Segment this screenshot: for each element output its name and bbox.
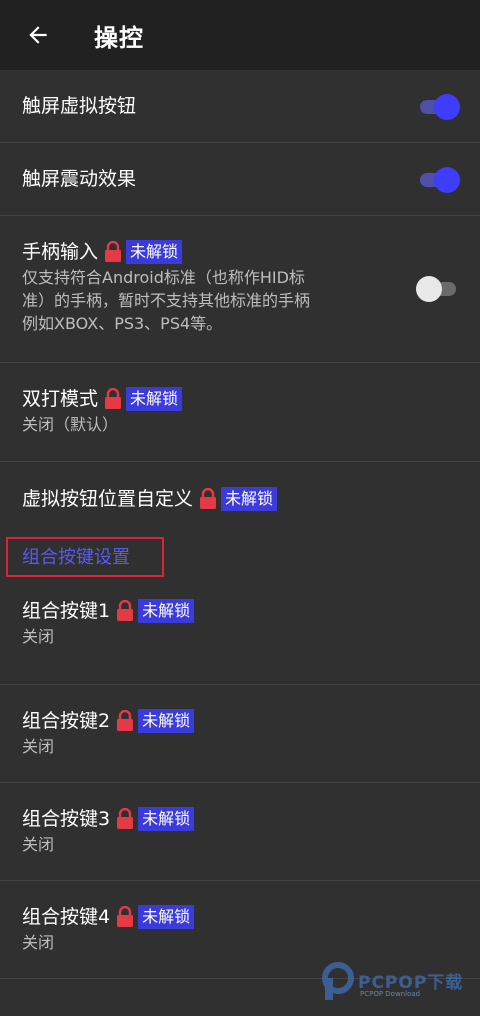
- setting-summary: 关闭: [22, 627, 55, 646]
- section-combo-keys: 组合按键设置: [0, 535, 480, 593]
- app-bar: 操控: [0, 0, 480, 70]
- locked-badge: 未解锁: [138, 709, 195, 733]
- setting-touch-vibration[interactable]: 触屏震动效果: [0, 143, 480, 216]
- locked-badge: 未解锁: [138, 599, 195, 623]
- setting-description-line: 例如XBOX、PS3、PS4等。: [22, 314, 223, 333]
- watermark-subtitle: PCPOP Download: [360, 990, 421, 998]
- setting-touch-virtual-buttons[interactable]: 触屏虚拟按钮: [0, 70, 480, 143]
- locked-badge: 未解锁: [138, 807, 195, 831]
- setting-title: 组合按键3: [22, 808, 111, 830]
- touch-buttons-switch[interactable]: [420, 94, 460, 120]
- locked-badge: 未解锁: [221, 487, 278, 511]
- watermark-logo-icon: [322, 962, 354, 1000]
- vibration-switch[interactable]: [420, 167, 460, 193]
- lock-icon: [116, 599, 134, 622]
- locked-badge: 未解锁: [126, 387, 183, 411]
- setting-title: 组合按键4: [22, 906, 111, 928]
- setting-title: 虚拟按钮位置自定义: [22, 488, 194, 510]
- setting-title: 触屏震动效果: [22, 168, 137, 190]
- setting-gamepad-input[interactable]: 手柄输入 未解锁 仅支持符合Android标准（也称作HID标 准）的手柄，暂时…: [0, 216, 480, 363]
- settings-list: 触屏虚拟按钮 触屏震动效果 手柄输入 未解锁 仅支持符合Android标准（也称…: [0, 70, 480, 979]
- section-title: 组合按键设置: [22, 547, 130, 568]
- lock-icon: [104, 240, 122, 263]
- setting-title: 触屏虚拟按钮: [22, 95, 137, 117]
- lock-icon: [199, 487, 217, 510]
- setting-summary: 关闭: [22, 737, 55, 756]
- setting-summary: 关闭（默认）: [22, 415, 119, 434]
- setting-title: 双打模式: [22, 388, 99, 410]
- setting-custom-button-layout[interactable]: 虚拟按钮位置自定义 未解锁: [0, 462, 480, 535]
- lock-icon: [116, 709, 134, 732]
- page-title: 操控: [94, 23, 144, 52]
- setting-summary: 关闭: [22, 835, 55, 854]
- back-button[interactable]: [18, 15, 58, 55]
- setting-description-line: 仅支持符合Android标准（也称作HID标: [22, 268, 305, 287]
- setting-title: 组合按键2: [22, 710, 111, 732]
- combo-key-2[interactable]: 组合按键2 未解锁 关闭: [0, 685, 480, 783]
- combo-key-3[interactable]: 组合按键3 未解锁 关闭: [0, 783, 480, 881]
- setting-title: 手柄输入: [22, 241, 99, 263]
- lock-icon: [104, 387, 122, 410]
- locked-badge: 未解锁: [126, 240, 183, 264]
- lock-icon: [116, 905, 134, 928]
- locked-badge: 未解锁: [138, 905, 195, 929]
- combo-key-1[interactable]: 组合按键1 未解锁 关闭: [0, 593, 480, 685]
- setting-dual-mode[interactable]: 双打模式 未解锁 关闭（默认）: [0, 363, 480, 462]
- setting-summary: 关闭: [22, 933, 55, 952]
- gamepad-switch[interactable]: [416, 276, 456, 302]
- arrow-left-icon: [29, 26, 47, 44]
- watermark: PCPOP下载 PCPOP Download: [320, 962, 470, 1004]
- lock-icon: [116, 807, 134, 830]
- setting-description-line: 准）的手柄，暂时不支持其他标准的手柄: [22, 291, 311, 310]
- setting-title: 组合按键1: [22, 600, 111, 622]
